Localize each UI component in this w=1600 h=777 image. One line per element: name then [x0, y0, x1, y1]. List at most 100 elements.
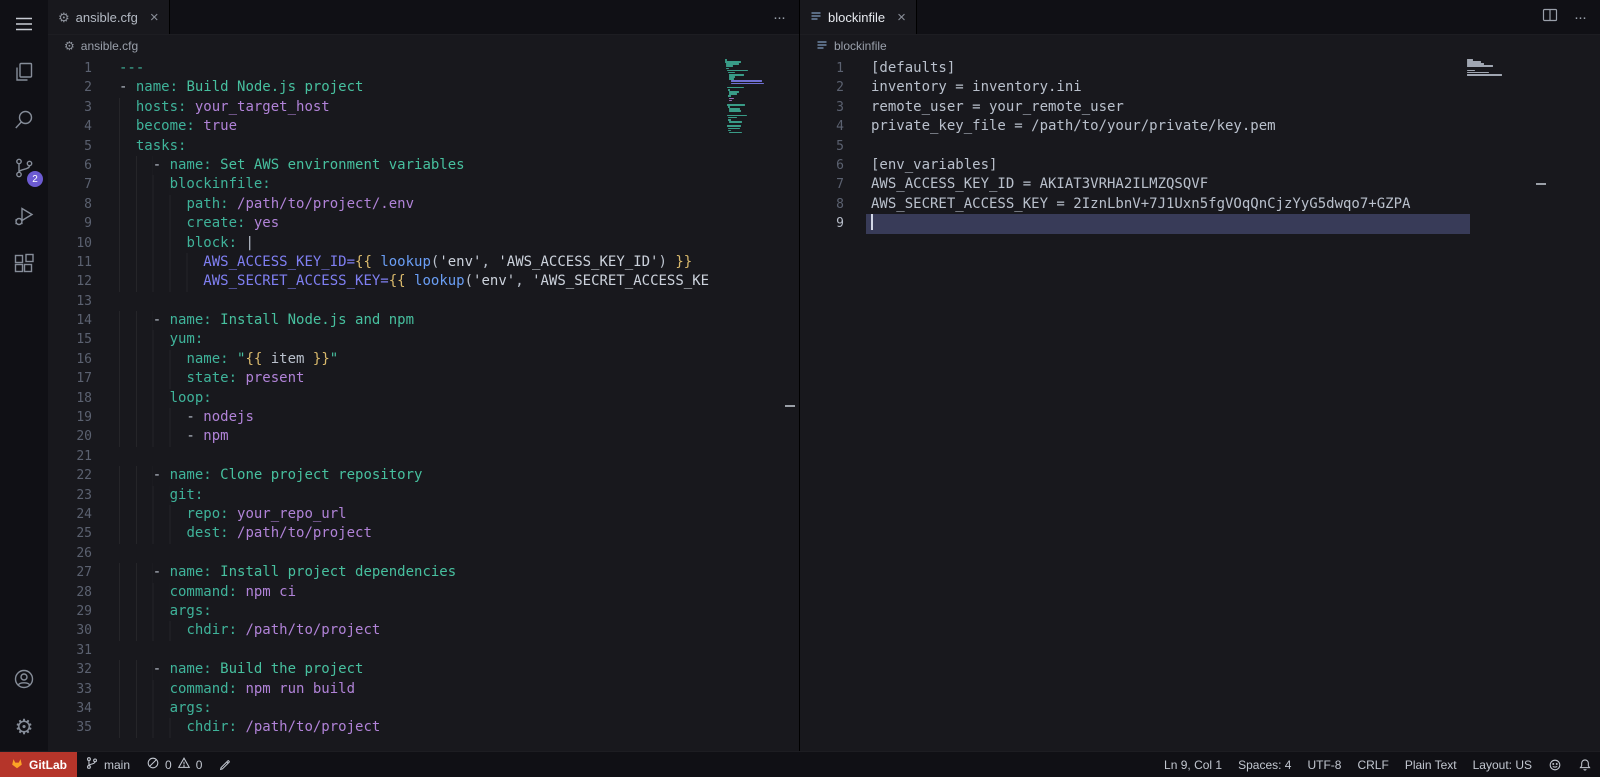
branch-indicator[interactable]: main	[77, 752, 138, 777]
line-number: 31	[76, 642, 92, 658]
notifications-bell-icon[interactable]	[1570, 752, 1600, 777]
code-line[interactable]: 22 - name: Clone project repository	[48, 466, 799, 486]
code-line[interactable]: 7 AWS_ACCESS_KEY_ID = AKIAT3VRHA2ILMZQSQV…	[800, 175, 1600, 194]
editor-actions-left: ···	[759, 0, 799, 34]
minimap-line	[729, 99, 733, 102]
editor-ansible-cfg[interactable]: 1 --- 2- name: Build Node.js project 3 host…	[48, 57, 799, 751]
line-number: 10	[76, 235, 92, 251]
encoding-indicator[interactable]: UTF-8	[1299, 752, 1349, 777]
code-line[interactable]: 3 hosts: your_target_host	[48, 97, 799, 118]
source-control-icon[interactable]: 2	[0, 144, 48, 192]
settings-gear-icon[interactable]: ⚙	[0, 703, 48, 751]
code-line[interactable]: 30 chdir: /path/to/project	[48, 621, 799, 641]
code-line[interactable]: 27 - name: Install project dependencies	[48, 563, 799, 583]
code-line[interactable]: 33 command: npm run build	[48, 679, 799, 699]
account-icon[interactable]	[0, 655, 48, 703]
code-line[interactable]: 1 ---	[48, 59, 799, 78]
breadcrumb-left[interactable]: ⚙ ansible.cfg	[48, 35, 799, 57]
breadcrumb-label: ansible.cfg	[80, 39, 139, 53]
line-number: 29	[76, 603, 92, 619]
code-line[interactable]: 2- name: Build Node.js project	[48, 78, 799, 97]
run-debug-icon[interactable]	[0, 192, 48, 240]
eol-indicator[interactable]: CRLF	[1349, 752, 1396, 777]
minimap-line	[726, 65, 733, 68]
code-line[interactable]: 13	[48, 292, 799, 311]
minimap[interactable]	[1467, 59, 1513, 78]
code-line[interactable]: 5	[800, 137, 1600, 156]
code-line[interactable]: 14 - name: Install Node.js and npm	[48, 311, 799, 331]
code-line[interactable]: 7 blockinfile:	[48, 175, 799, 195]
code-line[interactable]: 12 AWS_SECRET_ACCESS_KEY={{ lookup('env'…	[48, 272, 799, 292]
code-line[interactable]: 26	[48, 544, 799, 563]
line-number: 34	[76, 700, 92, 716]
line-number: 6	[836, 157, 844, 173]
tab-label: ansible.cfg	[75, 9, 138, 25]
breadcrumb-right[interactable]: blockinfile	[800, 35, 1600, 57]
line-number: 4	[836, 119, 844, 135]
code-line[interactable]: 25 dest: /path/to/project	[48, 524, 799, 544]
code-line[interactable]: 21	[48, 447, 799, 466]
code-line[interactable]: 31	[48, 641, 799, 660]
code-line[interactable]: 9	[800, 214, 1600, 234]
code-line[interactable]: 8 AWS_SECRET_ACCESS_KEY = 2IznLbnV+7J1Uxn…	[800, 195, 1600, 214]
split-editor-icon[interactable]	[1542, 7, 1558, 28]
code-line[interactable]: 4 private_key_file = /path/to/your/privat…	[800, 117, 1600, 136]
editor-blockinfile[interactable]: 1 [defaults] 2 inventory = inventory.ini 3 re…	[800, 57, 1600, 751]
status-bar-right: Ln 9, Col 1 Spaces: 4 UTF-8 CRLF Plain T…	[1156, 752, 1600, 777]
gitlab-status[interactable]: GitLab	[0, 752, 77, 777]
code-line[interactable]: 2 inventory = inventory.ini	[800, 78, 1600, 97]
code-line[interactable]: 16 name: "{{ item }}"	[48, 349, 799, 370]
code-line[interactable]: 35 chdir: /path/to/project	[48, 718, 799, 738]
menu-icon[interactable]	[0, 0, 48, 48]
code-line[interactable]: 19 - nodejs	[48, 408, 799, 428]
more-actions-icon[interactable]: ···	[773, 10, 786, 25]
code-line[interactable]: 15 yum:	[48, 330, 799, 350]
code-line[interactable]: 11 AWS_ACCESS_KEY_ID={{ lookup('env', 'A…	[48, 252, 799, 273]
code-line[interactable]: 9 create: yes	[48, 214, 799, 234]
code-line[interactable]: 32 - name: Build the project	[48, 660, 799, 680]
line-number: 9	[836, 216, 844, 232]
line-number: 25	[76, 526, 92, 542]
extensions-icon[interactable]	[0, 240, 48, 288]
pencil-icon[interactable]	[210, 752, 240, 777]
tab-bar-right: blockinfile × ···	[800, 0, 1600, 35]
line-number: 22	[76, 468, 92, 484]
code-line[interactable]: 17 state: present	[48, 369, 799, 389]
line-number: 17	[76, 371, 92, 387]
tab-ansible-cfg[interactable]: ⚙ ansible.cfg ×	[48, 0, 170, 34]
close-icon[interactable]: ×	[897, 10, 906, 25]
explorer-icon[interactable]	[0, 48, 48, 96]
code-line[interactable]: 8 path: /path/to/project/.env	[48, 194, 799, 215]
activity-bar: 2 ⚙	[0, 0, 48, 751]
code-line[interactable]: 20 - npm	[48, 427, 799, 447]
indentation-indicator[interactable]: Spaces: 4	[1230, 752, 1299, 777]
keyboard-layout-indicator[interactable]: Layout: US	[1465, 752, 1540, 777]
code-line[interactable]: 6 - name: Set AWS environment variables	[48, 155, 799, 176]
code-line[interactable]: 5 tasks:	[48, 136, 799, 156]
code-line[interactable]: 23 git:	[48, 485, 799, 505]
minimap-line	[729, 121, 743, 123]
code-line[interactable]: 4 become: true	[48, 117, 799, 137]
tab-blockinfile[interactable]: blockinfile ×	[800, 0, 917, 34]
minimap-line	[729, 97, 734, 100]
code-line[interactable]: 24 repo: your_repo_url	[48, 504, 799, 525]
minimap[interactable]	[725, 59, 771, 134]
code-line[interactable]: 34 args:	[48, 698, 799, 719]
feedback-smiley-icon[interactable]	[1540, 752, 1570, 777]
warnings-icon	[177, 756, 191, 773]
code-line[interactable]: 29 args:	[48, 601, 799, 622]
code-line[interactable]: 18 loop:	[48, 388, 799, 409]
scrollbar-mark	[785, 405, 795, 407]
search-icon[interactable]	[0, 96, 48, 144]
close-icon[interactable]: ×	[150, 10, 159, 25]
minimap-line	[728, 129, 732, 132]
code-line[interactable]: 3 remote_user = your_remote_user	[800, 98, 1600, 117]
line-number: 5	[84, 138, 92, 154]
code-line[interactable]: 28 command: npm ci	[48, 582, 799, 602]
code-line[interactable]: 6 [env_variables]	[800, 156, 1600, 175]
problems-indicator[interactable]: 0 0	[138, 752, 210, 777]
code-line[interactable]: 10 block: |	[48, 233, 799, 253]
more-actions-icon[interactable]: ···	[1574, 10, 1587, 25]
cursor-position[interactable]: Ln 9, Col 1	[1156, 752, 1230, 777]
language-mode-indicator[interactable]: Plain Text	[1397, 752, 1465, 777]
